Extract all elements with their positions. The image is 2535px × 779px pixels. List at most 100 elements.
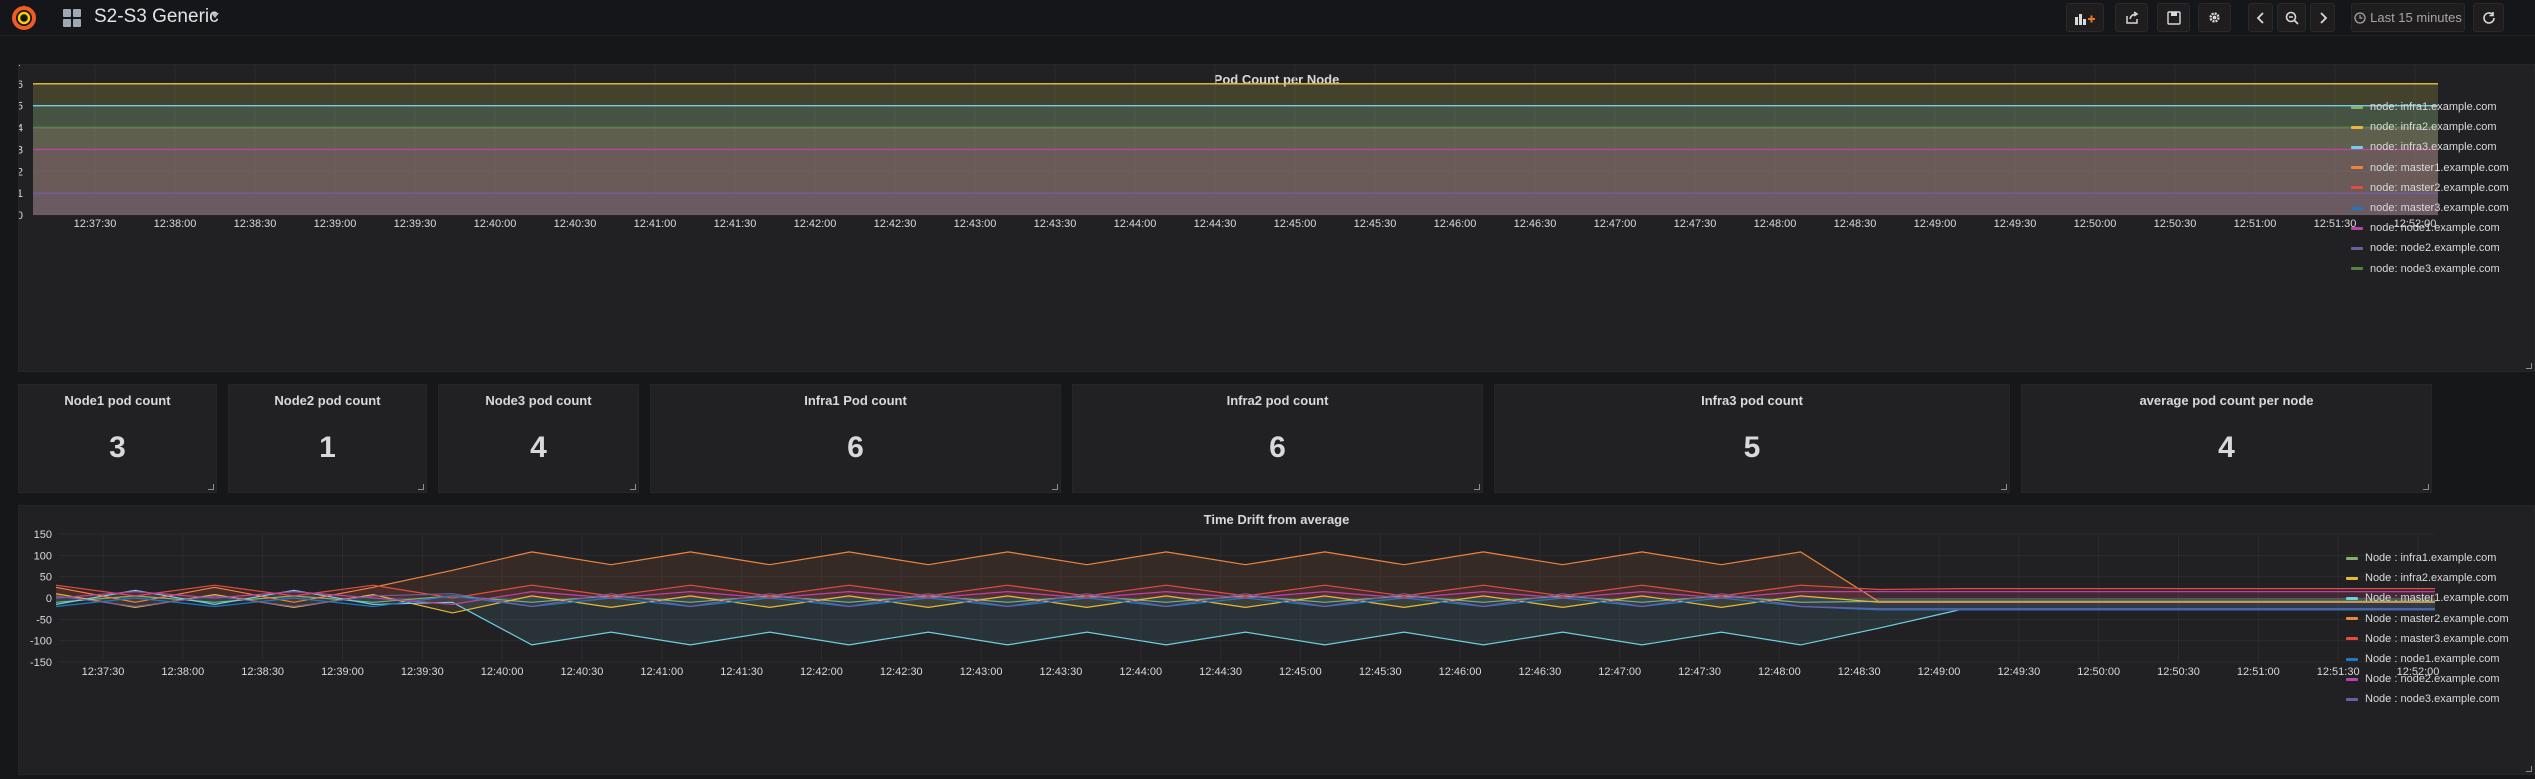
share-button[interactable] [2115, 3, 2148, 32]
legend-label: node: infra1.example.com [2370, 101, 2497, 114]
x-tick-label: 12:38:00 [154, 218, 197, 230]
x-tick-label: 12:45:00 [1279, 666, 1322, 678]
legend-swatch [2346, 556, 2358, 560]
legend-swatch [2346, 657, 2358, 661]
panel-resize-handle[interactable] [2423, 484, 2429, 490]
stat-value: 3 [109, 431, 126, 464]
legend-item[interactable]: Node : node2.example.com [2346, 669, 2509, 689]
panel-resize-handle[interactable] [2526, 363, 2532, 369]
legend-item[interactable]: Node : node1.example.com [2346, 649, 2509, 669]
x-tick-label: 12:37:30 [74, 218, 117, 230]
x-tick-label: 12:44:00 [1114, 218, 1157, 230]
legend-item[interactable]: Node : master3.example.com [2346, 629, 2509, 649]
x-tick-label: 12:37:30 [82, 666, 125, 678]
legend-swatch [2351, 226, 2363, 230]
legend-swatch [2346, 697, 2358, 701]
y-tick-label: 50 [40, 572, 52, 584]
chevron-down-icon[interactable] [211, 13, 219, 18]
panel-resize-handle[interactable] [418, 484, 424, 490]
x-tick-label: 12:42:00 [800, 666, 843, 678]
top-navbar: S2-S3 Generic Last 15 minutes [0, 0, 2535, 36]
grafana-logo-icon[interactable] [8, 2, 40, 34]
panel-resize-handle[interactable] [208, 484, 214, 490]
time-back-button[interactable] [2248, 3, 2273, 32]
time-range-picker[interactable]: Last 15 minutes [2351, 3, 2465, 32]
zoom-out-button[interactable] [2277, 3, 2306, 32]
x-tick-label: 12:51:00 [2237, 666, 2280, 678]
stat-panel-node1: Node1 pod count 3 [18, 384, 217, 493]
zoom-out-icon [2285, 11, 2299, 25]
x-tick-label: 12:44:30 [1199, 666, 1242, 678]
panel-resize-handle[interactable] [1052, 484, 1058, 490]
legend-item[interactable]: node: infra3.example.com [2351, 137, 2509, 157]
stat-title[interactable]: Node2 pod count [229, 393, 426, 408]
x-tick-label: 12:42:30 [874, 218, 917, 230]
x-tick-label: 12:40:30 [554, 218, 597, 230]
add-panel-button[interactable] [2066, 3, 2104, 32]
legend-label: Node : infra2.example.com [2365, 572, 2497, 585]
panel-resize-handle[interactable] [2001, 484, 2007, 490]
pod-count-chart[interactable]: 12:37:30 12:38:00 12:38:30 12:39:00 12:39:30… [19, 65, 2535, 373]
x-tick-label: 12:46:00 [1439, 666, 1482, 678]
x-tick-label: 12:40:00 [474, 218, 517, 230]
stat-title[interactable]: Infra1 Pod count [651, 393, 1060, 408]
panel-resize-handle[interactable] [1474, 484, 1480, 490]
x-tick-label: 12:51:30 [2314, 218, 2357, 230]
x-tick-label: 12:39:30 [394, 218, 437, 230]
stat-title[interactable]: Infra3 pod count [1495, 393, 2009, 408]
refresh-icon [2482, 11, 2495, 24]
time-drift-chart[interactable]: -150 -100 -50 0 50 100 150 12:37:30 12:38:00 12:3… [19, 506, 2535, 776]
stat-title[interactable]: Node3 pod count [439, 393, 638, 408]
legend-label: node: node1.example.com [2370, 222, 2500, 235]
legend-swatch [2351, 267, 2363, 271]
grid-icon[interactable] [62, 8, 82, 28]
settings-button[interactable] [2198, 3, 2231, 32]
legend-item[interactable]: node: infra2.example.com [2351, 117, 2509, 137]
x-tick-label: 12:47:00 [1594, 218, 1637, 230]
clock-icon [2354, 11, 2366, 24]
refresh-button[interactable] [2473, 3, 2504, 32]
legend-item[interactable]: node: master2.example.com [2351, 178, 2509, 198]
legend-item[interactable]: node: master1.example.com [2351, 158, 2509, 178]
x-tick-label: 12:39:00 [314, 218, 357, 230]
stat-title[interactable]: Node1 pod count [19, 393, 216, 408]
legend-swatch [2351, 186, 2363, 190]
stat-value: 5 [1743, 431, 1761, 464]
save-button[interactable] [2157, 3, 2190, 32]
stat-title[interactable]: Infra2 pod count [1073, 393, 1482, 408]
legend-label: node: node3.example.com [2370, 262, 2500, 275]
gear-icon [2209, 12, 2220, 23]
legend-item[interactable]: node: infra1.example.com [2351, 97, 2509, 117]
y-tick-label: 0 [46, 593, 52, 605]
legend-item[interactable]: Node : infra1.example.com [2346, 548, 2509, 568]
stat-title[interactable]: average pod count per node [2022, 393, 2431, 408]
y-tick-label: 4 [19, 123, 23, 135]
legend-item[interactable]: node: master3.example.com [2351, 198, 2509, 218]
x-tick-label: 12:42:00 [794, 218, 837, 230]
legend-swatch [2351, 166, 2363, 170]
panel-resize-handle[interactable] [2526, 766, 2532, 772]
panel-resize-handle[interactable] [630, 484, 636, 490]
legend-label: node: infra3.example.com [2370, 141, 2497, 154]
x-tick-label: 12:47:00 [1598, 666, 1641, 678]
y-tick-label: 1 [19, 188, 23, 200]
dashboard-title[interactable]: S2-S3 Generic [94, 6, 219, 28]
x-tick-label: 12:49:30 [1994, 218, 2037, 230]
y-tick-label: 6 [19, 79, 23, 91]
legend-label: node: master1.example.com [2370, 161, 2509, 174]
legend-item[interactable]: node: node3.example.com [2351, 259, 2509, 279]
x-tick-label: 12:39:30 [401, 666, 444, 678]
x-tick-label: 12:47:30 [1674, 218, 1717, 230]
stat-panel-node3: Node3 pod count 4 [438, 384, 639, 493]
time-forward-button[interactable] [2310, 3, 2335, 32]
legend-item[interactable]: Node : master2.example.com [2346, 609, 2509, 629]
legend-swatch [2351, 246, 2363, 250]
x-tick-label: 12:40:00 [481, 666, 524, 678]
legend-item[interactable]: Node : infra2.example.com [2346, 568, 2509, 588]
legend-item[interactable]: Node : node3.example.com [2346, 689, 2509, 709]
legend-item[interactable]: node: node1.example.com [2351, 218, 2509, 238]
legend-item[interactable]: Node : master1.example.com [2346, 588, 2509, 608]
y-tick-label: 5 [19, 101, 23, 113]
x-tick-label: 12:39:00 [321, 666, 364, 678]
legend-item[interactable]: node: node2.example.com [2351, 238, 2509, 258]
